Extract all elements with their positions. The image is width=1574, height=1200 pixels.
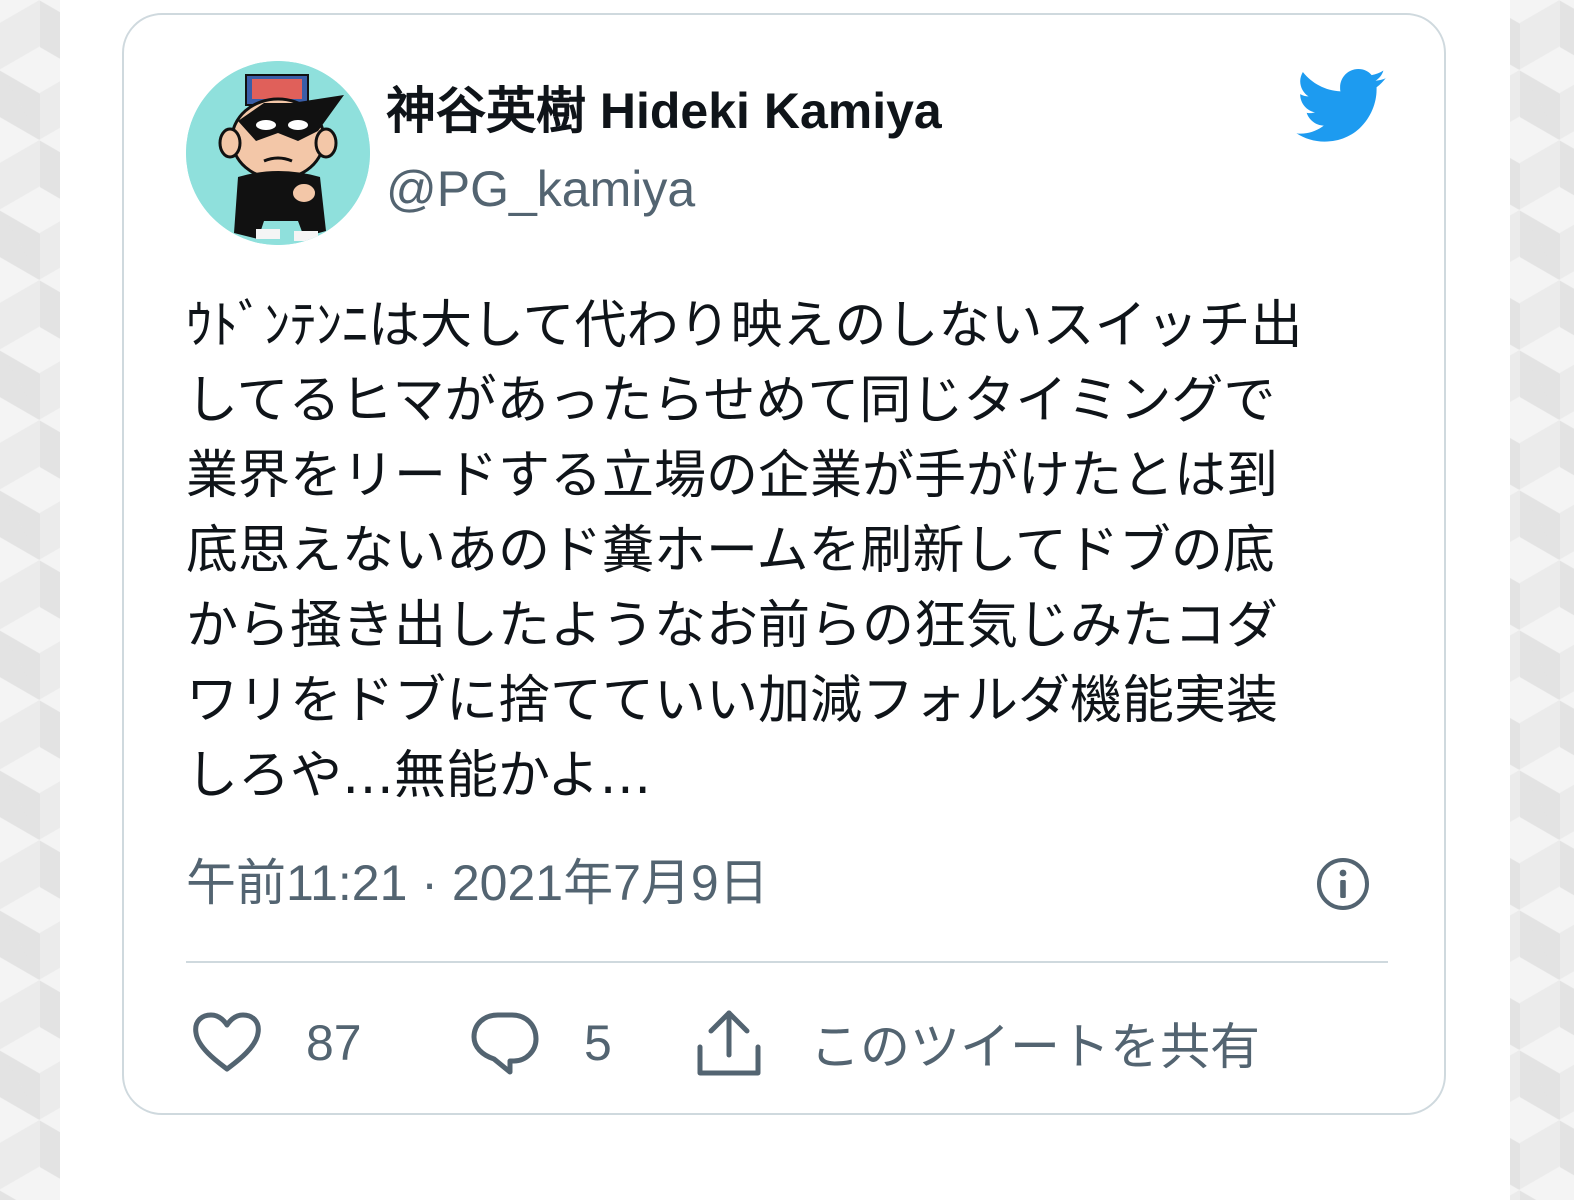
page-column: 神谷英樹 Hideki Kamiya @PG_kamiya ｳﾄﾞﾝﾃﾝﾆは大し… xyxy=(60,0,1510,1200)
tweet-text: ｳﾄﾞﾝﾃﾝﾆは大して代わり映えのしないスイッチ出 してるヒマがあったらせめて同… xyxy=(186,296,1303,806)
share-upload-icon xyxy=(697,1010,761,1076)
reply-bubble-icon xyxy=(471,1012,539,1075)
share-tweet-label: このツイートを共有 xyxy=(810,1019,1260,1075)
info-icon[interactable] xyxy=(1314,855,1372,913)
share-tweet-button[interactable]: このツイートを共有 xyxy=(694,1003,1260,1083)
author-avatar-icon[interactable] xyxy=(186,61,370,245)
tweet-meta-row: 午前11:21 · 2021年7月9日 xyxy=(186,851,1386,915)
avatar-cartoon-icon xyxy=(186,61,370,245)
tweet-actions: 87 5 このツイートを共有 xyxy=(186,1003,1406,1083)
twitter-bird-icon[interactable] xyxy=(1296,69,1388,145)
like-count: 87 xyxy=(306,1015,362,1071)
author-handle[interactable]: @PG_kamiya xyxy=(386,157,695,221)
divider xyxy=(186,961,1388,963)
author-display-name[interactable]: 神谷英樹 Hideki Kamiya xyxy=(386,79,942,143)
like-button[interactable]: 87 xyxy=(192,1003,362,1083)
tweet-timestamp[interactable]: 午前11:21 · 2021年7月9日 xyxy=(186,851,769,915)
heart-icon xyxy=(193,1012,261,1072)
reply-button[interactable]: 5 xyxy=(470,1003,612,1083)
reply-count: 5 xyxy=(584,1015,612,1071)
tweet-card[interactable]: 神谷英樹 Hideki Kamiya @PG_kamiya ｳﾄﾞﾝﾃﾝﾆは大し… xyxy=(122,13,1446,1115)
